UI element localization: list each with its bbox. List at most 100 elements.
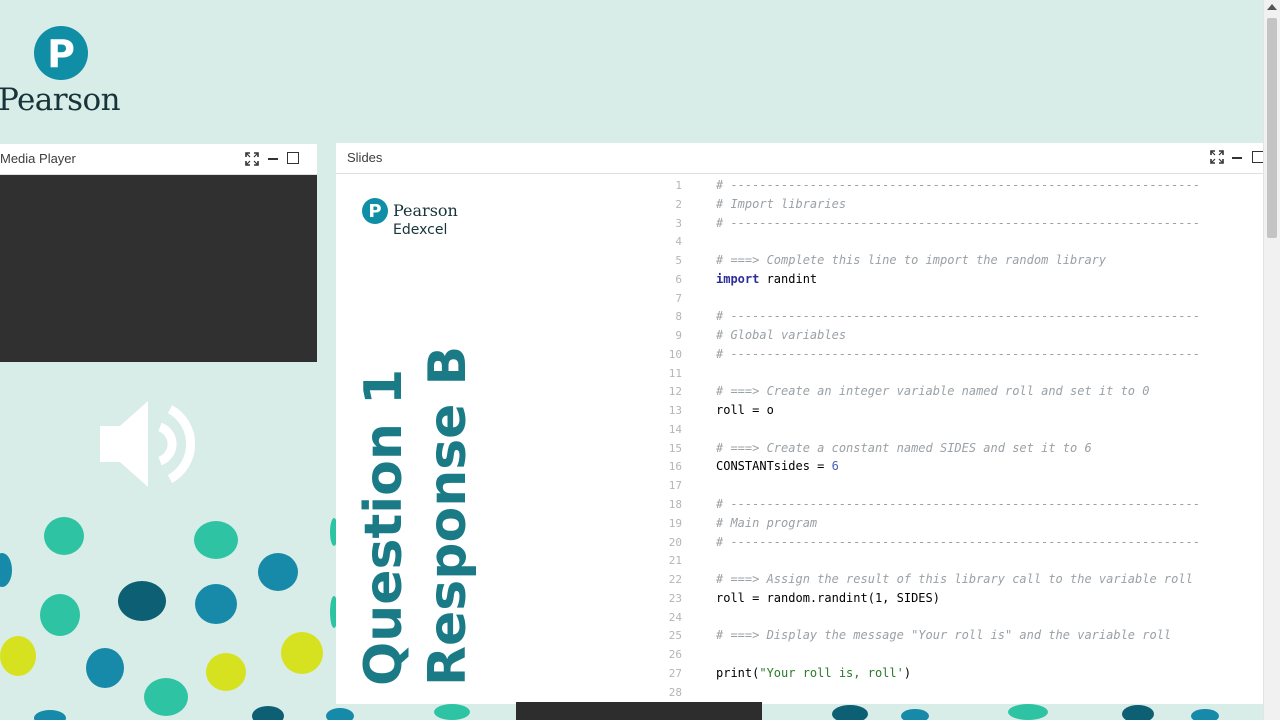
code-text: ) <box>903 665 912 680</box>
code-line: 11 <box>664 364 1200 383</box>
line-number: 23 <box>668 591 682 605</box>
code-line: 2 # Import libraries <box>664 195 1200 214</box>
code-comment: # ===> Create an integer variable named … <box>716 384 1150 399</box>
code-comment: # Import libraries <box>716 196 847 211</box>
code-comment: # --------------------------------------… <box>716 346 1201 361</box>
code-line: 20 # ------------------------------------… <box>664 533 1200 552</box>
line-number: 18 <box>668 498 682 512</box>
video-thumbnail-strip <box>516 702 762 720</box>
code-comment: # --------------------------------------… <box>716 534 1201 549</box>
code-line: 3 # -------------------------------------… <box>664 214 1200 233</box>
code-line: 14 <box>664 420 1200 439</box>
page-scrollbar[interactable] <box>1263 0 1280 720</box>
code-comment: # --------------------------------------… <box>716 178 1201 192</box>
pearson-wordmark: Pearson <box>0 82 121 118</box>
code-comment: # Main program <box>716 515 818 530</box>
pearson-logo-mark: P <box>34 26 88 80</box>
speaker-icon[interactable] <box>98 393 202 495</box>
line-number: 25 <box>668 629 682 643</box>
pearson-logo-mark: P <box>362 198 388 224</box>
slides-header: Slides <box>336 143 1264 174</box>
code-line: 8 # -------------------------------------… <box>664 307 1200 326</box>
code-line: 22 # ===> Assign the result of this libra… <box>664 570 1200 589</box>
code-line: 10 # ------------------------------------… <box>664 345 1200 364</box>
minimize-icon[interactable] <box>1232 157 1242 159</box>
line-number: 19 <box>668 516 682 530</box>
code-comment: # --------------------------------------… <box>716 309 1201 324</box>
line-number: 14 <box>668 422 682 436</box>
code-line: 9 # Global variables <box>664 326 1200 345</box>
minimize-icon[interactable] <box>268 158 278 160</box>
line-number: 17 <box>668 479 682 493</box>
code-comment: # ===> Complete this line to import the … <box>716 253 1107 268</box>
code-line: 4 <box>664 232 1200 251</box>
code-comment: # ===> Create a constant named SIDES and… <box>716 440 1092 455</box>
code-text: roll = o <box>716 403 774 418</box>
code-text: randint <box>759 271 818 286</box>
code-comment: # Global variables <box>716 328 847 343</box>
line-number: 9 <box>675 329 682 343</box>
code-line: 17 <box>664 476 1200 495</box>
media-player-title: Media Player <box>0 151 76 166</box>
line-number: 12 <box>668 385 682 399</box>
line-number: 24 <box>668 610 682 624</box>
slide-canvas: P Pearson Edexcel Question 1 Response B … <box>336 174 1264 704</box>
code-line: 19 # Main program <box>664 514 1200 533</box>
scroll-thumb[interactable] <box>1267 18 1277 238</box>
code-text: print( <box>716 665 760 680</box>
line-number: 11 <box>668 366 682 380</box>
fullscreen-icon[interactable] <box>245 152 259 166</box>
question-label: Question 1 <box>354 368 414 686</box>
code-comment: # ===> Assign the result of this library… <box>716 572 1193 587</box>
line-number: 8 <box>675 310 682 324</box>
code-line: 16 CONSTANTsides = 6 <box>664 457 1200 476</box>
code-listing: 1 # -------------------------------------… <box>664 176 1200 701</box>
code-line: 13 roll = o <box>664 401 1200 420</box>
code-line: 27 print("Your roll is, roll') <box>664 664 1200 683</box>
line-number: 20 <box>668 535 682 549</box>
line-number: 1 <box>675 179 682 192</box>
scroll-up-arrow-icon[interactable] <box>1267 4 1277 10</box>
code-line: 26 <box>664 645 1200 664</box>
code-line: 28 <box>664 683 1200 702</box>
fullscreen-icon[interactable] <box>1210 150 1224 164</box>
code-line: 21 <box>664 551 1200 570</box>
slides-title: Slides <box>347 150 383 165</box>
line-number: 2 <box>675 197 682 211</box>
pearson-wordmark: Pearson <box>393 201 458 220</box>
line-number: 27 <box>668 666 682 680</box>
code-string: "Your roll is, roll' <box>759 665 904 680</box>
code-comment: # --------------------------------------… <box>716 215 1201 230</box>
code-line: 24 <box>664 608 1200 627</box>
pearson-logo: P Pearson <box>0 24 140 124</box>
line-number: 10 <box>668 347 682 361</box>
code-line: 18 # ------------------------------------… <box>664 495 1200 514</box>
response-label: Response B <box>418 345 478 686</box>
code-line: 25 # ===> Display the message "Your roll … <box>664 626 1200 645</box>
line-number: 15 <box>668 441 682 455</box>
line-number: 7 <box>675 291 682 305</box>
code-text: roll = random.randint(1, SIDES) <box>716 590 940 605</box>
code-text: CONSTANTsides = <box>716 459 832 474</box>
line-number: 28 <box>668 685 682 699</box>
line-number: 6 <box>675 272 682 286</box>
maximize-icon[interactable] <box>287 152 299 164</box>
line-number: 22 <box>668 573 682 587</box>
code-line: 12 # ===> Create an integer variable name… <box>664 382 1200 401</box>
line-number: 3 <box>675 216 682 230</box>
code-comment: # --------------------------------------… <box>716 497 1201 512</box>
code-line: 6 import randint <box>664 270 1200 289</box>
media-player-area[interactable] <box>0 175 317 487</box>
line-number: 5 <box>675 254 682 268</box>
line-number: 4 <box>675 235 682 249</box>
line-number: 13 <box>668 404 682 418</box>
line-number: 21 <box>668 554 682 568</box>
code-line: 7 <box>664 289 1200 308</box>
line-number: 16 <box>668 460 682 474</box>
code-comment: # ===> Display the message "Your roll is… <box>716 628 1172 643</box>
code-number: 6 <box>831 459 839 474</box>
media-player-header: Media Player <box>0 144 317 175</box>
line-number: 26 <box>668 648 682 662</box>
code-keyword: import <box>716 271 760 286</box>
edexcel-wordmark: Edexcel <box>393 222 448 238</box>
